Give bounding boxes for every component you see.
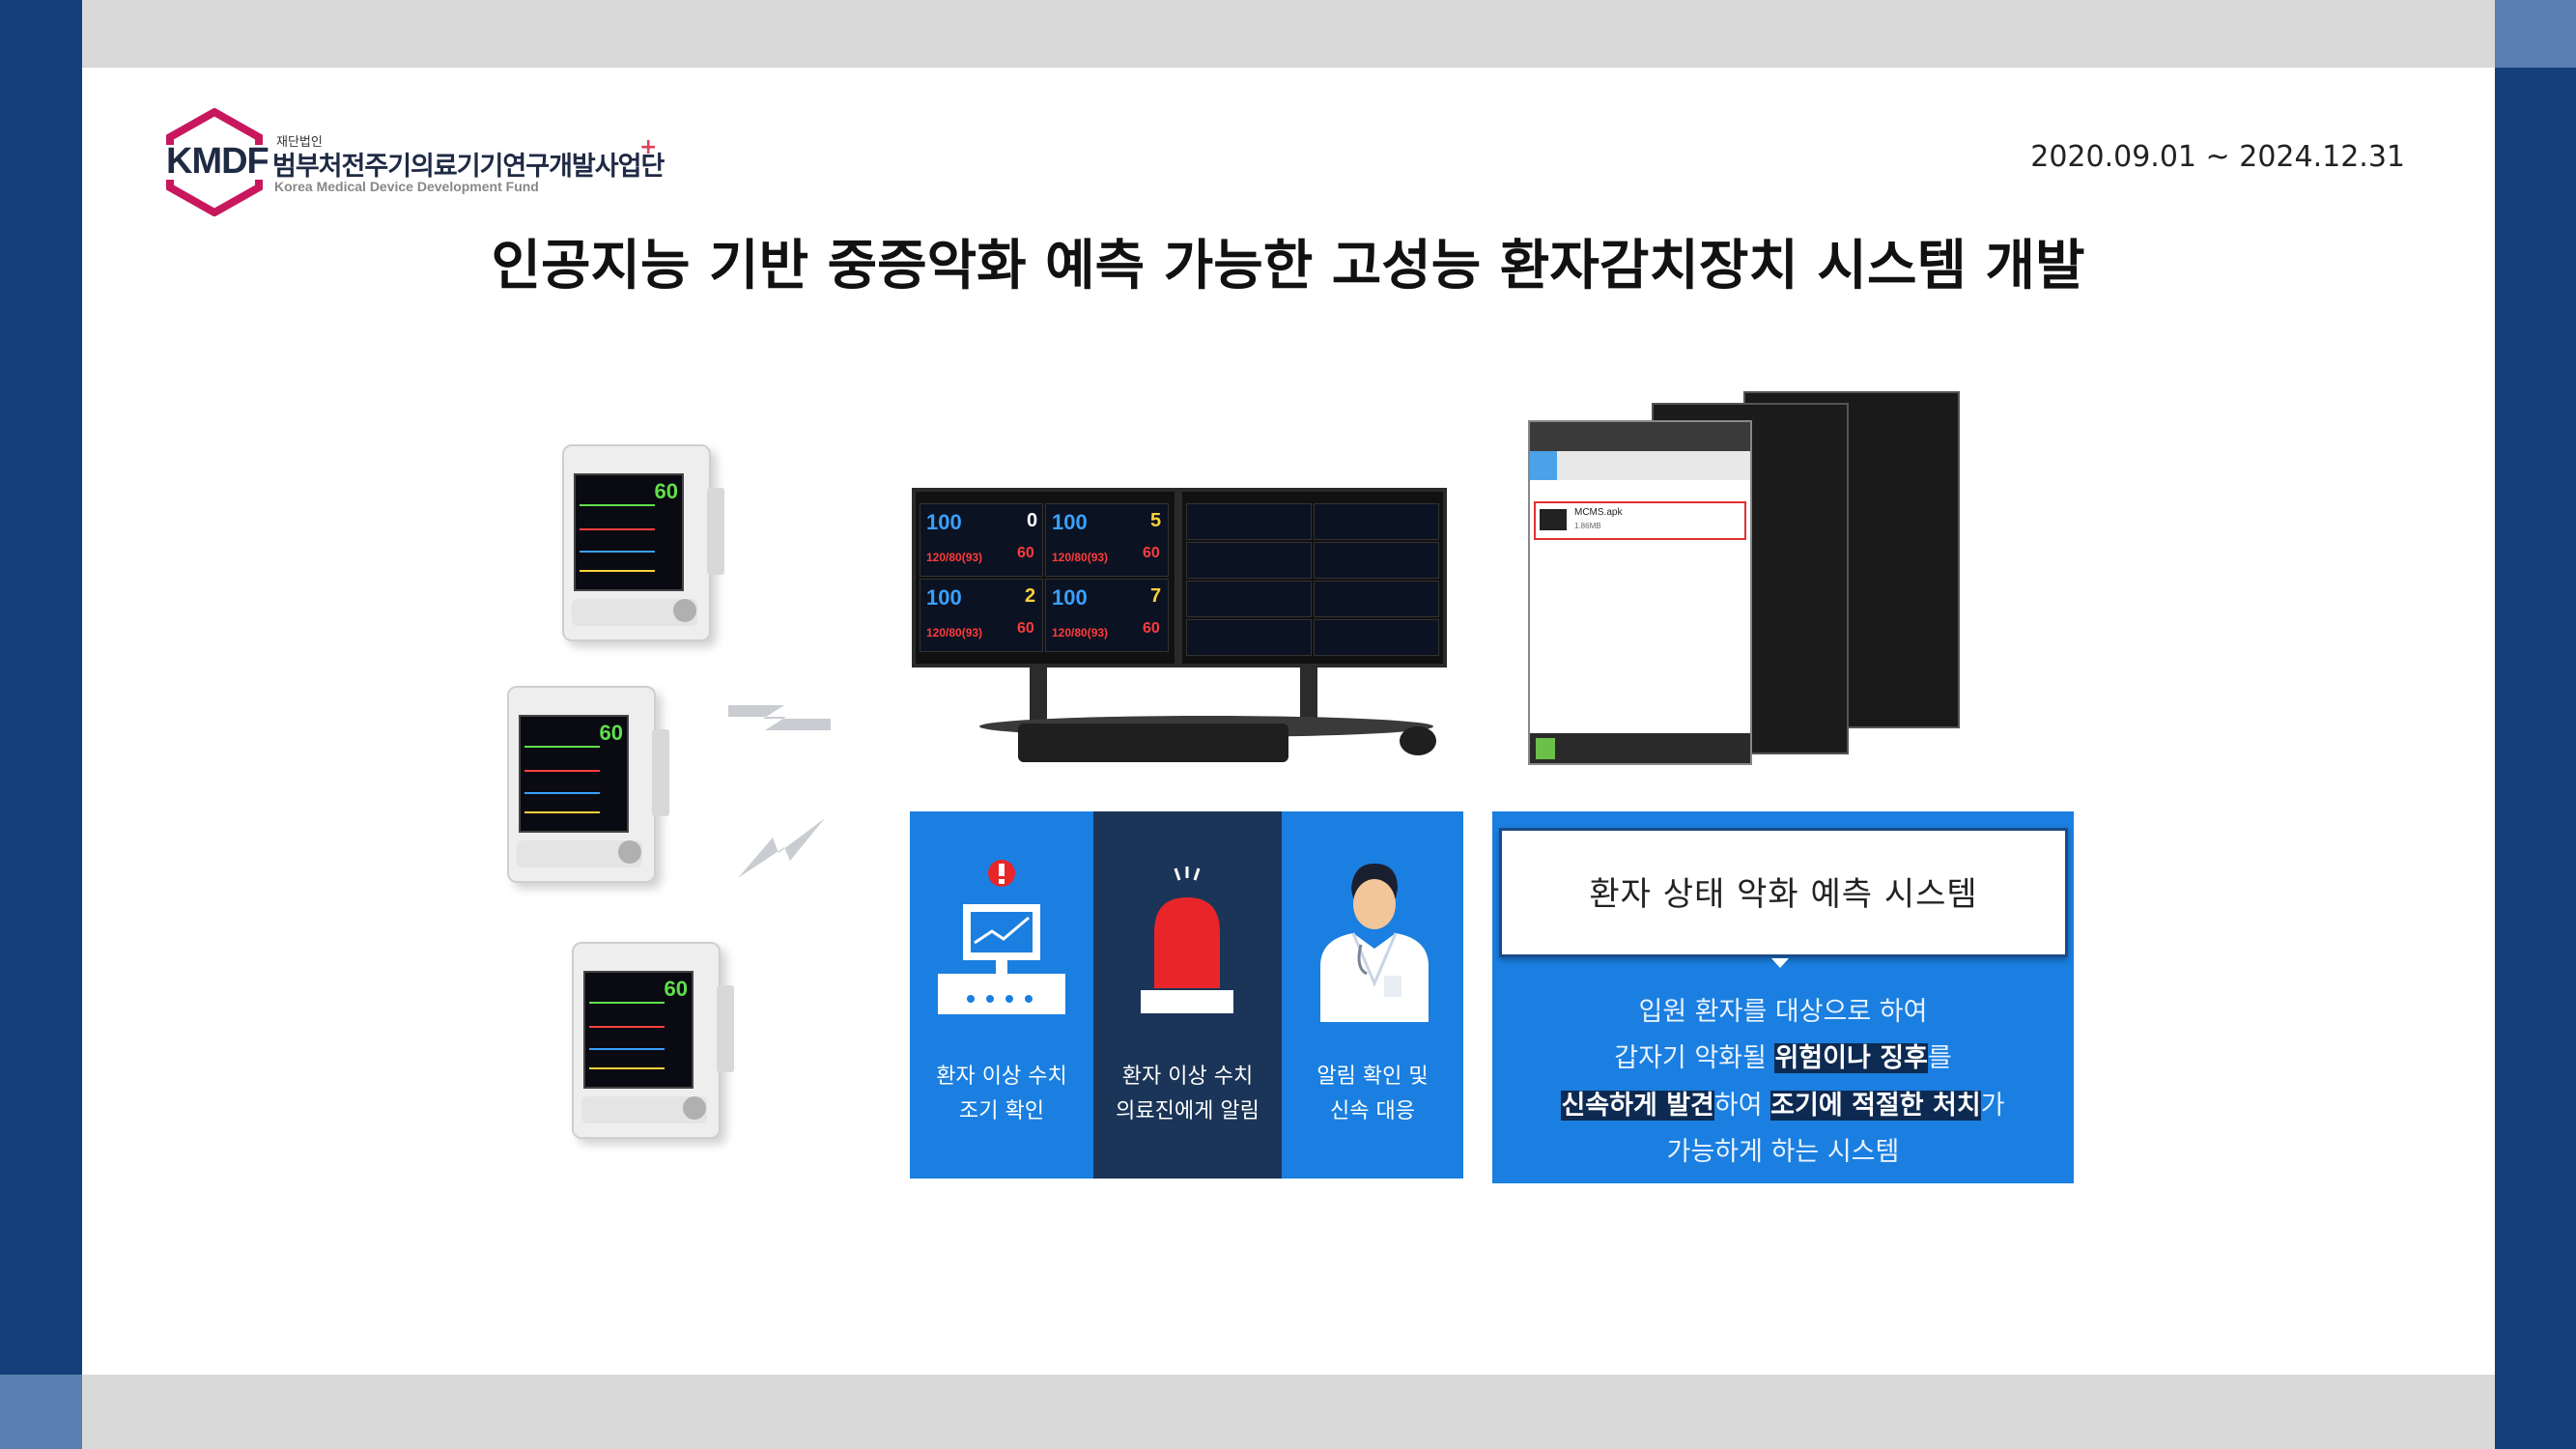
prediction-title-box: 환자 상태 악화 예측 시스템	[1499, 828, 2068, 957]
monitor-value: 60	[664, 977, 688, 1001]
apk-file-name: MCMS.apk	[1574, 507, 1623, 518]
apk-file-size: 1.86MB	[1574, 522, 1601, 530]
feature-label: 환자 이상 수치 의료진에게 알림	[1116, 1065, 1260, 1123]
feature-label: 알림 확인 및 신속 대응	[1316, 1065, 1429, 1123]
highlight-risk: 위험이나 징후	[1774, 1043, 1928, 1073]
logo-plus-icon: +	[639, 135, 658, 159]
monitor-value: 60	[654, 479, 678, 503]
top-band	[82, 0, 2495, 68]
left-display: 100 0 120/80(93) 60 100 5 120/80(93) 60 …	[912, 488, 1178, 668]
feature-panel: 환자 이상 수치 조기 확인 환자 이상 수치 의료진에게 알림 알림 확인 및	[910, 811, 1463, 1179]
prediction-system-panel: 환자 상태 악화 예측 시스템 입원 환자를 대상으로 하여 갑자기 악화될 위…	[1492, 811, 2074, 1183]
mobile-app-screenshots: MCMS.apk 1.86MB	[1528, 391, 1960, 765]
feature-quick-response: 알림 확인 및 신속 대응	[1282, 811, 1463, 1179]
kmdf-logo: KMDF 재단법인 범부처전주기의료기기연구개발사업단 + Korea Medi…	[164, 108, 666, 216]
prediction-line-3: 신속하게 발견하여 조기에 적절한 처치가	[1561, 1091, 2005, 1121]
logo-org-name: 범부처전주기의료기기연구개발사업단	[272, 152, 665, 182]
top-right-corner-block	[2495, 0, 2576, 68]
doctor-icon	[1320, 864, 1429, 1022]
monitor-alert-icon	[938, 860, 1065, 1014]
logo-abbr: KMDF	[166, 141, 269, 182]
feature-label: 환자 이상 수치 조기 확인	[936, 1065, 1067, 1123]
monitor-value: 60	[599, 721, 623, 745]
down-arrow-icon	[1771, 958, 1789, 968]
feature-early-check: 환자 이상 수치 조기 확인	[910, 811, 1093, 1179]
mouse-image	[1400, 726, 1436, 755]
patient-monitor-image: 60	[562, 444, 726, 652]
prediction-line-2: 갑자기 악화될 위험이나 징후를	[1614, 1043, 1952, 1073]
bottom-left-corner-block	[0, 1375, 82, 1449]
siren-icon	[1141, 867, 1233, 1013]
prediction-title: 환자 상태 악화 예측 시스템	[1589, 875, 1978, 914]
patient-monitor-image: 60	[572, 942, 736, 1150]
keyboard-image	[1018, 724, 1288, 762]
right-frame-bar	[2495, 0, 2576, 1449]
patient-monitor-image: 60	[507, 686, 671, 894]
logo-org-name-en: Korea Medical Device Development Fund	[274, 179, 539, 194]
feature-alert-staff: 환자 이상 수치 의료진에게 알림	[1093, 811, 1282, 1179]
prediction-line-1: 입원 환자를 대상으로 하여	[1638, 997, 1928, 1027]
wireless-signal-icon	[738, 818, 825, 878]
right-display	[1178, 488, 1447, 668]
project-date-range: 2020.09.01 ~ 2024.12.31	[2030, 140, 2405, 174]
wireless-signal-icon	[728, 705, 831, 730]
page-title: 인공지능 기반 중증악화 예측 가능한 고성능 환자감치장치 시스템 개발	[491, 235, 2085, 298]
central-monitoring-station: 100 0 120/80(93) 60 100 5 120/80(93) 60 …	[912, 488, 1449, 768]
highlight-detect: 신속하게 발견	[1561, 1091, 1714, 1121]
bottom-band	[82, 1375, 2495, 1449]
left-frame-bar	[0, 0, 82, 1449]
highlight-treatment: 조기에 적절한 처치	[1770, 1091, 1981, 1121]
prediction-line-4: 가능하게 하는 시스템	[1666, 1137, 1900, 1167]
